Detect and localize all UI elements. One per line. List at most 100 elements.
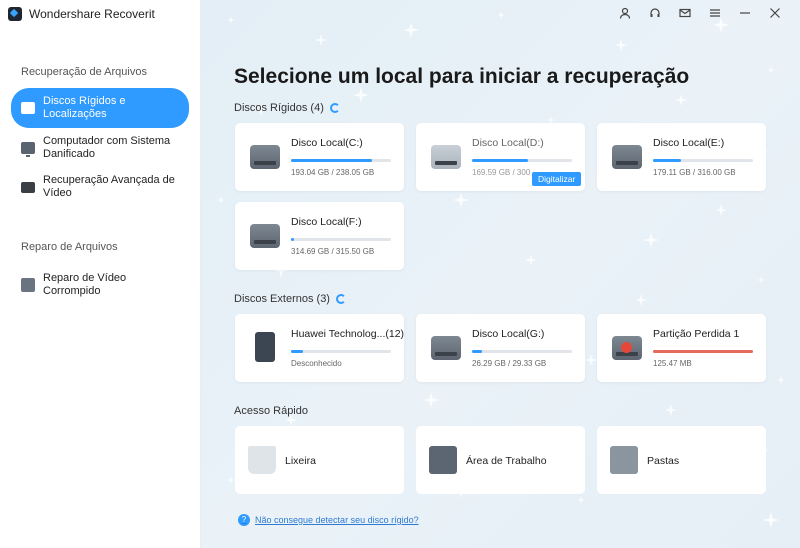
disk-name: Disco Local(G:) — [472, 328, 545, 340]
desktop-icon — [429, 446, 457, 474]
user-icon[interactable] — [618, 6, 632, 20]
sparkle — [453, 192, 469, 208]
lost-partition-icon — [612, 336, 642, 360]
video-repair-icon — [21, 278, 35, 292]
recycle-bin-icon — [248, 446, 276, 474]
disk-size: 193.04 GB / 238.05 GB — [291, 168, 375, 177]
quick-label: Lixeira — [285, 455, 316, 467]
sparkle — [217, 196, 225, 204]
sparkle — [767, 66, 775, 74]
disk-card-d[interactable]: Disco Local(D:) 169.59 GB / 300 Digitali… — [416, 123, 585, 191]
disk-name: Huawei Technolog...(12) — [291, 328, 405, 340]
sparkle — [763, 512, 779, 528]
sparkle — [315, 34, 327, 46]
mail-icon[interactable] — [678, 6, 692, 20]
sparkle — [777, 376, 785, 384]
scan-button[interactable]: Digitalizar — [532, 172, 582, 186]
sparkle — [635, 294, 647, 306]
refresh-icon[interactable] — [329, 103, 340, 113]
sparkle — [715, 204, 727, 216]
sparkle — [497, 11, 505, 19]
minimize-icon[interactable] — [738, 6, 752, 20]
disk-size: 125.47 MB — [653, 359, 692, 368]
external-card-huawei[interactable]: Huawei Technolog...(12) Desconhecido — [235, 314, 404, 382]
external-card-lost-partition[interactable]: Partição Perdida 1 125.47 MB — [597, 314, 766, 382]
section-label-repair: Reparo de Arquivos — [21, 241, 118, 253]
close-icon[interactable] — [768, 6, 782, 20]
disk-usage-fill — [653, 350, 753, 353]
disk-usage-fill — [291, 350, 303, 353]
disk-usage-fill — [291, 238, 294, 241]
quick-card-folders[interactable]: Pastas — [597, 426, 766, 494]
headset-icon[interactable] — [648, 6, 662, 20]
disk-card-e[interactable]: Disco Local(E:) 179.11 GB / 316.00 GB — [597, 123, 766, 191]
sidebar: Wondershare Recoverit Recuperação de Arq… — [0, 0, 201, 548]
disk-usage-bar — [472, 350, 572, 353]
sidebar-item-label: Reparo de Vídeo Corrompido — [43, 272, 127, 297]
disk-usage-bar — [472, 159, 572, 162]
disk-card-c[interactable]: Disco Local(C:) 193.04 GB / 238.05 GB — [235, 123, 404, 191]
quick-card-recycle-bin[interactable]: Lixeira — [235, 426, 404, 494]
help-link[interactable]: ? Não consegue detectar seu disco rígido… — [238, 514, 419, 526]
disk-usage-bar — [291, 350, 391, 353]
disk-name: Disco Local(C:) — [291, 137, 363, 149]
sparkle — [423, 392, 439, 408]
disk-size: Desconhecido — [291, 359, 342, 368]
computer-icon — [21, 142, 35, 157]
sidebar-item-advanced-video[interactable]: Recuperação Avançada de Vídeo — [11, 174, 189, 200]
disk-card-f[interactable]: Disco Local(F:) 314.69 GB / 315.50 GB — [235, 202, 404, 270]
disk-usage-fill — [472, 350, 482, 353]
section-label-recovery: Recuperação de Arquivos — [21, 66, 147, 78]
external-disks-label-text: Discos Externos (3) — [234, 293, 330, 305]
hard-disks-label: Discos Rígidos (4) — [234, 102, 340, 114]
disk-name: Disco Local(E:) — [653, 137, 725, 149]
main-panel: Selecione um local para iniciar a recupe… — [201, 0, 800, 548]
app-title-text: Wondershare Recoverit — [29, 7, 155, 21]
disk-name: Disco Local(D:) — [472, 137, 544, 149]
disk-usage-bar — [291, 159, 391, 162]
disk-size: 314.69 GB / 315.50 GB — [291, 247, 375, 256]
sparkle — [665, 404, 677, 416]
recoverit-logo-icon — [8, 7, 22, 21]
sparkle — [585, 354, 597, 366]
sparkle — [757, 276, 765, 284]
drive-icon — [431, 145, 461, 169]
quick-access-label: Acesso Rápido — [234, 405, 308, 417]
drive-icon — [250, 145, 280, 169]
sparkle — [353, 87, 369, 103]
disk-size: 179.11 GB / 316.00 GB — [653, 168, 736, 177]
app-title: Wondershare Recoverit — [8, 7, 155, 21]
quick-label: Pastas — [647, 455, 680, 467]
folder-icon — [610, 446, 638, 474]
video-camera-icon — [21, 181, 35, 193]
menu-icon[interactable] — [708, 6, 722, 20]
drive-icon — [250, 224, 280, 248]
external-card-g[interactable]: Disco Local(G:) 26.29 GB / 29.33 GB — [416, 314, 585, 382]
sparkle — [577, 496, 585, 504]
quick-card-desktop[interactable]: Área de Trabalho — [416, 426, 585, 494]
disk-usage-fill — [291, 159, 372, 162]
quick-label: Área de Trabalho — [466, 455, 547, 467]
window-controls — [618, 6, 782, 20]
disk-usage-fill — [472, 159, 528, 162]
help-link-text[interactable]: Não consegue detectar seu disco rígido? — [255, 515, 419, 525]
refresh-icon[interactable] — [335, 294, 346, 304]
phone-icon — [255, 332, 275, 362]
disk-usage-bar — [653, 159, 753, 162]
page-title: Selecione um local para iniciar a recupe… — [234, 65, 690, 88]
disk-size: 169.59 GB / 300 — [472, 168, 531, 177]
sparkle — [643, 232, 659, 248]
external-disks-label: Discos Externos (3) — [234, 293, 346, 305]
disk-usage-bar — [291, 238, 391, 241]
sidebar-item-video-repair[interactable]: Reparo de Vídeo Corrompido — [11, 272, 189, 298]
sidebar-item-label: Discos Rígidos e Localizações — [43, 95, 126, 120]
sparkle — [615, 39, 627, 51]
drive-icon — [612, 145, 642, 169]
help-icon: ? — [238, 514, 250, 526]
disk-usage-bar — [653, 350, 753, 353]
drive-icon — [21, 102, 35, 114]
sidebar-item-crashed-computer[interactable]: Computador com Sistema Danificado — [11, 135, 189, 161]
sidebar-item-hard-disks[interactable]: Discos Rígidos e Localizações — [11, 88, 189, 128]
sidebar-item-label: Computador com Sistema Danificado — [43, 135, 171, 160]
sparkle — [227, 16, 235, 24]
